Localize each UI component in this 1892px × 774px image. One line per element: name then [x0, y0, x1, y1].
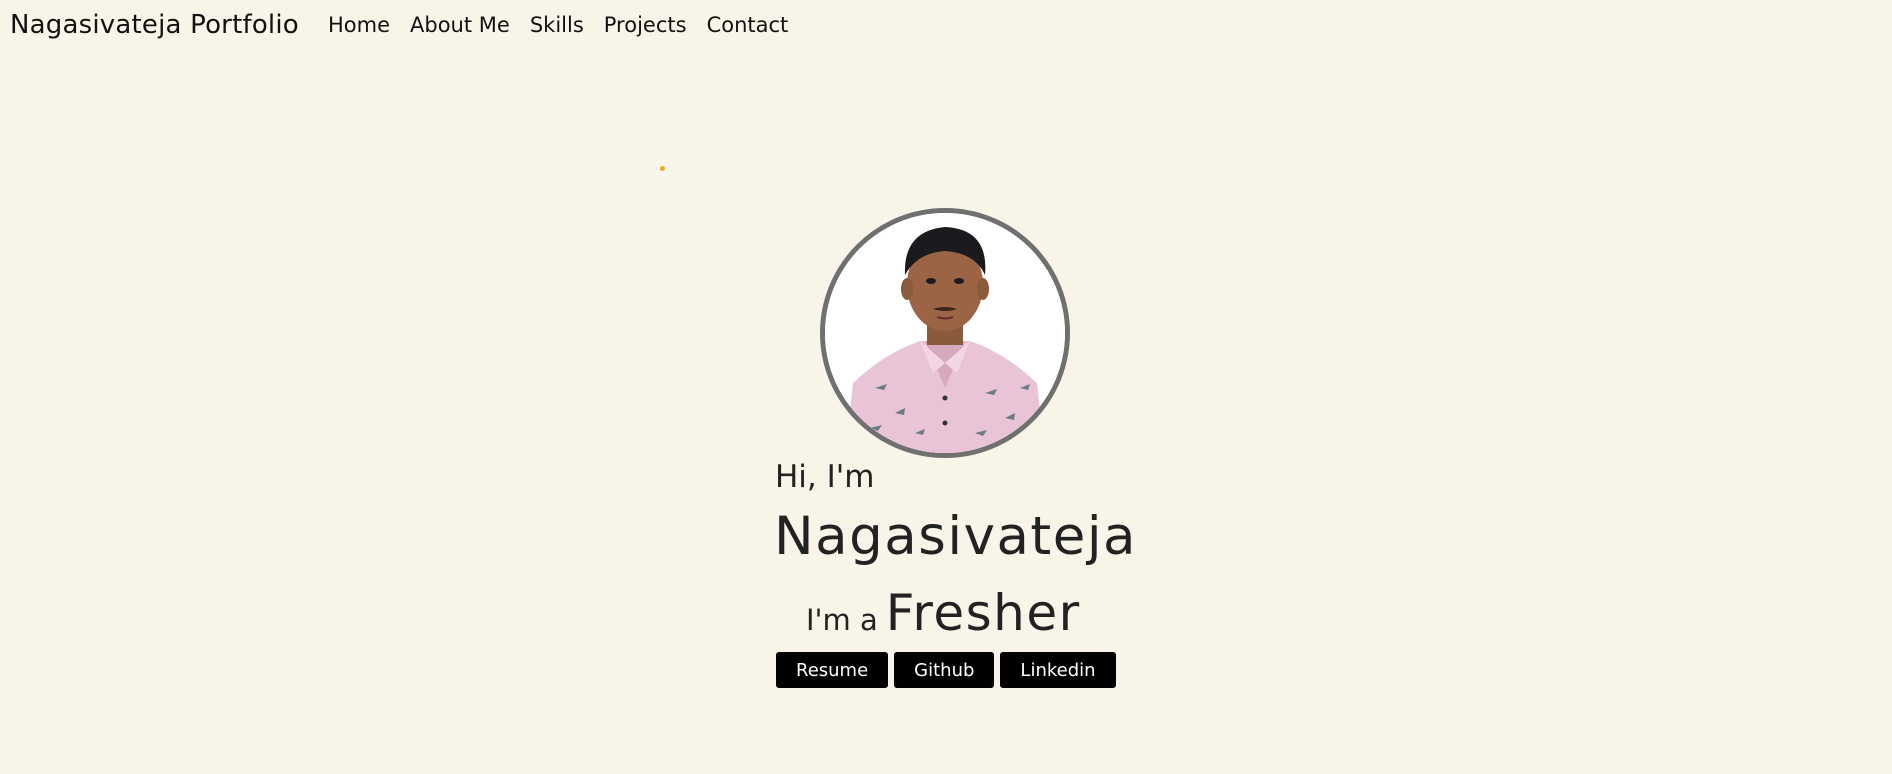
- github-button[interactable]: Github: [894, 652, 995, 688]
- role-text: Fresher: [885, 584, 1081, 642]
- resume-button[interactable]: Resume: [776, 652, 889, 688]
- nav-link-skills[interactable]: Skills: [530, 13, 584, 37]
- nav-link-about-me[interactable]: About Me: [410, 13, 510, 37]
- greeting-text: Hi, I'm: [775, 459, 875, 495]
- nav-links: Home About Me Skills Projects Contact: [328, 13, 788, 37]
- profile-avatar: [820, 208, 1070, 458]
- nav-link-home[interactable]: Home: [328, 13, 390, 37]
- nav-link-contact[interactable]: Contact: [707, 13, 789, 37]
- profile-photo-illustration: [825, 213, 1065, 453]
- role-line: I'm a Fresher: [806, 584, 1081, 642]
- role-prefix: I'm a: [806, 603, 878, 637]
- hero-buttons: Resume Github Linkedin: [776, 652, 1116, 688]
- decorative-dot: [660, 166, 665, 171]
- linkedin-button[interactable]: Linkedin: [1000, 652, 1116, 688]
- nav-link-projects[interactable]: Projects: [604, 13, 687, 37]
- hero-name: Nagasivateja: [774, 506, 1138, 567]
- brand-title[interactable]: Nagasivateja Portfolio: [10, 10, 299, 40]
